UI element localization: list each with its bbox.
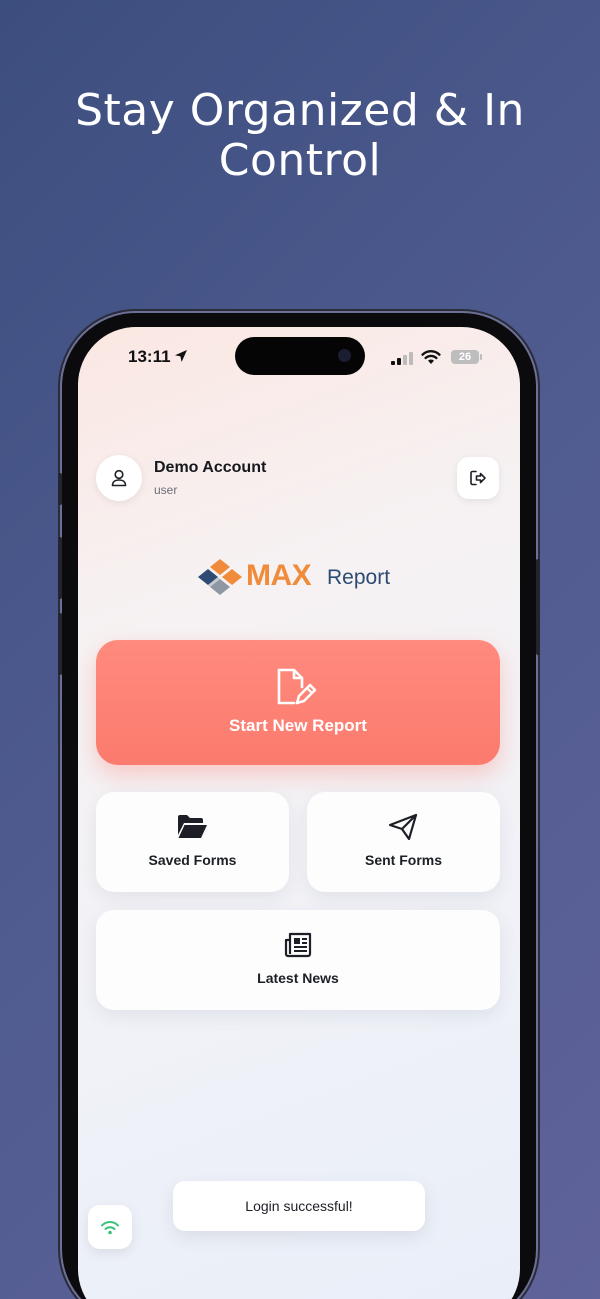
max-report-logo: MAX Report <box>196 555 406 603</box>
logout-button[interactable] <box>457 457 499 499</box>
saved-forms-button[interactable]: Saved Forms <box>96 792 289 892</box>
saved-forms-label: Saved Forms <box>148 852 237 868</box>
latest-news-button[interactable]: Latest News <box>96 910 500 1010</box>
paper-plane-icon <box>388 813 418 841</box>
account-role: user <box>154 483 178 497</box>
network-status-button[interactable] <box>88 1205 132 1249</box>
headline: Stay Organized & In Control <box>75 85 525 186</box>
logo-report-text: Report <box>327 566 391 589</box>
toast-message: Login successful! <box>173 1181 425 1231</box>
mute-switch <box>58 473 62 505</box>
user-icon <box>111 469 127 487</box>
app-screen: 13:11 26 Demo Account user MAX Report St… <box>78 327 520 1299</box>
volume-down-button <box>58 613 62 675</box>
logo-mark-icon <box>198 559 242 595</box>
sent-forms-label: Sent Forms <box>364 852 442 868</box>
wifi-icon <box>421 350 441 364</box>
folder-open-icon <box>178 815 207 838</box>
edit-document-icon <box>277 668 317 705</box>
wifi-icon <box>101 1221 119 1235</box>
account-name: Demo Account <box>154 459 267 476</box>
newspaper-icon <box>284 932 312 958</box>
logo-max-text: MAX <box>246 559 312 592</box>
cellular-signal-icon <box>391 352 413 365</box>
power-button <box>536 559 540 655</box>
start-new-report-button[interactable]: Start New Report <box>96 640 500 765</box>
volume-up-button <box>58 537 62 599</box>
sent-forms-button[interactable]: Sent Forms <box>307 792 500 892</box>
start-new-report-label: Start New Report <box>229 716 367 735</box>
status-time: 13:11 <box>128 347 171 366</box>
location-arrow-icon <box>175 350 187 362</box>
latest-news-label: Latest News <box>257 970 339 986</box>
dynamic-island <box>235 337 365 375</box>
battery-icon: 26 <box>451 350 482 364</box>
camera-icon <box>338 349 351 362</box>
logout-icon <box>470 470 486 486</box>
avatar[interactable] <box>96 455 142 501</box>
